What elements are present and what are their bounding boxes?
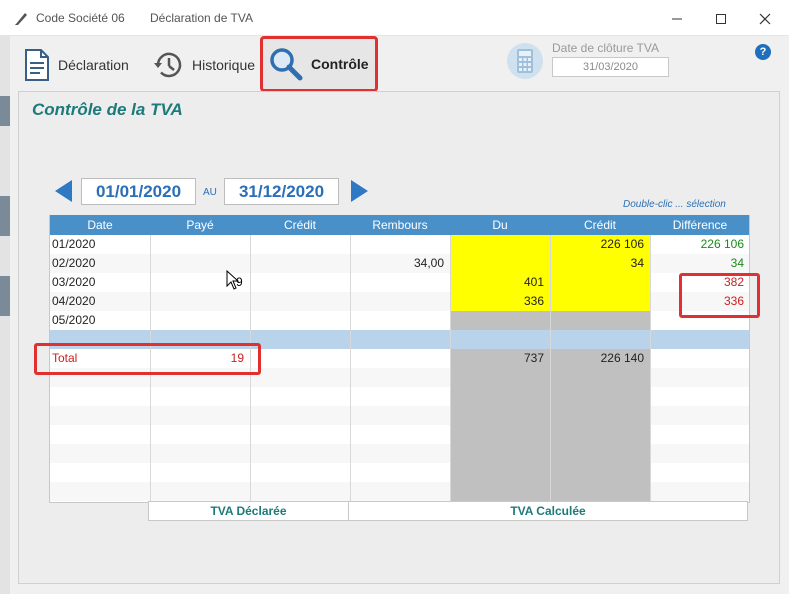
cell-date[interactable]: 03/2020 xyxy=(50,273,150,292)
cell-du[interactable]: 336 xyxy=(450,292,550,311)
empty-row xyxy=(50,425,749,444)
magnifier-icon xyxy=(270,48,303,81)
cell-du[interactable]: 401 xyxy=(450,273,550,292)
empty-row xyxy=(50,387,749,406)
cell-rembours[interactable] xyxy=(350,235,450,254)
window-app-title: Code Société 06 xyxy=(36,11,125,25)
close-date-field[interactable]: 31/03/2020 xyxy=(552,57,669,77)
cell-paye[interactable] xyxy=(150,311,250,330)
cell-paye[interactable] xyxy=(150,235,250,254)
table-row[interactable]: 02/2020 34,00 34 34 xyxy=(50,254,749,273)
history-icon xyxy=(154,52,182,78)
table-row[interactable]: 01/2020 226 106 226 106 xyxy=(50,235,749,254)
double-click-hint: Double-clic ... sélection xyxy=(623,199,726,210)
calculator-icon[interactable] xyxy=(507,43,543,79)
au-label: AU xyxy=(203,187,217,198)
historique-tab-label: Historique xyxy=(192,57,256,73)
cell-du[interactable] xyxy=(450,235,550,254)
total-du[interactable]: 737 xyxy=(450,349,550,368)
cell-date[interactable]: 01/2020 xyxy=(50,235,150,254)
table-row[interactable]: 05/2020 xyxy=(50,311,749,330)
empty-row xyxy=(50,444,749,463)
cell-date[interactable]: 05/2020 xyxy=(50,311,150,330)
cell-rembours[interactable] xyxy=(350,273,450,292)
maximize-icon xyxy=(716,14,726,25)
close-icon xyxy=(759,13,771,25)
previous-period-arrow-icon[interactable] xyxy=(55,180,72,202)
cell-difference[interactable]: 226 106 xyxy=(650,235,749,254)
minimize-icon xyxy=(672,18,682,20)
cell-rembours[interactable] xyxy=(350,292,450,311)
cell-credit-calc[interactable]: 34 xyxy=(550,254,650,273)
title-bar: Code Société 06 Déclaration de TVA xyxy=(0,0,789,36)
close-button[interactable] xyxy=(743,4,787,32)
mouse-cursor-icon xyxy=(226,270,240,290)
table-row[interactable]: 03/2020 401 382 xyxy=(50,273,749,292)
table-header: Date Payé Crédit Rembours Du Crédit Diff… xyxy=(50,215,749,235)
empty-row xyxy=(50,482,749,501)
empty-row xyxy=(50,463,749,482)
date-to-field[interactable]: 31/12/2020 xyxy=(224,178,339,205)
header-rembours[interactable]: Rembours xyxy=(350,215,450,235)
header-credit[interactable]: Crédit xyxy=(250,215,350,235)
cell-credit[interactable] xyxy=(250,235,350,254)
help-icon[interactable]: ? xyxy=(755,44,771,60)
cell-difference[interactable]: 34 xyxy=(650,254,749,273)
page-title: Contrôle de la TVA xyxy=(32,100,183,119)
empty-row xyxy=(50,406,749,425)
cell-credit[interactable] xyxy=(250,273,350,292)
maximize-button[interactable] xyxy=(699,4,743,32)
header-date[interactable]: Date xyxy=(50,215,150,235)
tva-declaree-label: TVA Déclarée xyxy=(148,501,349,521)
close-date-label: Date de clôture TVA xyxy=(552,41,659,55)
minimize-button[interactable] xyxy=(655,4,699,32)
cell-du[interactable] xyxy=(450,311,550,330)
date-from-field[interactable]: 01/01/2020 xyxy=(81,178,196,205)
toolbar: Déclaration Historique Contrôle Date de … xyxy=(10,36,789,92)
cell-credit[interactable] xyxy=(250,292,350,311)
cell-credit[interactable] xyxy=(250,311,350,330)
cell-credit[interactable] xyxy=(250,254,350,273)
header-credit-calc[interactable]: Crédit xyxy=(550,215,650,235)
declaration-tab[interactable]: Déclaration xyxy=(24,43,129,87)
table-row[interactable]: 04/2020 336 336 xyxy=(50,292,749,311)
cell-rembours[interactable] xyxy=(350,311,450,330)
cell-credit-calc[interactable] xyxy=(550,292,650,311)
total-highlight xyxy=(34,343,261,375)
app-pen-icon xyxy=(15,13,27,25)
cell-credit-calc[interactable] xyxy=(550,273,650,292)
cell-date[interactable]: 02/2020 xyxy=(50,254,150,273)
header-paye[interactable]: Payé xyxy=(150,215,250,235)
header-du[interactable]: Du xyxy=(450,215,550,235)
controle-panel: Contrôle de la TVA 01/01/2020 AU 31/12/2… xyxy=(18,91,780,584)
cell-date[interactable]: 04/2020 xyxy=(50,292,150,311)
header-difference[interactable]: Différence xyxy=(650,215,749,235)
next-period-arrow-icon[interactable] xyxy=(351,180,368,202)
app-window: Code Société 06 Déclaration de TVA Décla… xyxy=(0,0,789,594)
cell-du[interactable] xyxy=(450,254,550,273)
cell-paye[interactable] xyxy=(150,292,250,311)
controle-tab-label: Contrôle xyxy=(311,56,369,72)
cell-credit-calc[interactable] xyxy=(550,311,650,330)
difference-highlight xyxy=(679,273,760,318)
window-doc-title: Déclaration de TVA xyxy=(150,11,253,25)
tva-calculee-label: TVA Calculée xyxy=(348,501,748,521)
declaration-tab-label: Déclaration xyxy=(58,57,129,73)
background-app-strip xyxy=(0,36,10,594)
cell-rembours[interactable]: 34,00 xyxy=(350,254,450,273)
total-credit-calc[interactable]: 226 140 xyxy=(550,349,650,368)
cell-credit-calc[interactable]: 226 106 xyxy=(550,235,650,254)
document-icon xyxy=(25,49,49,81)
controle-tab[interactable]: Contrôle xyxy=(260,36,378,92)
historique-tab[interactable]: Historique xyxy=(152,43,255,87)
